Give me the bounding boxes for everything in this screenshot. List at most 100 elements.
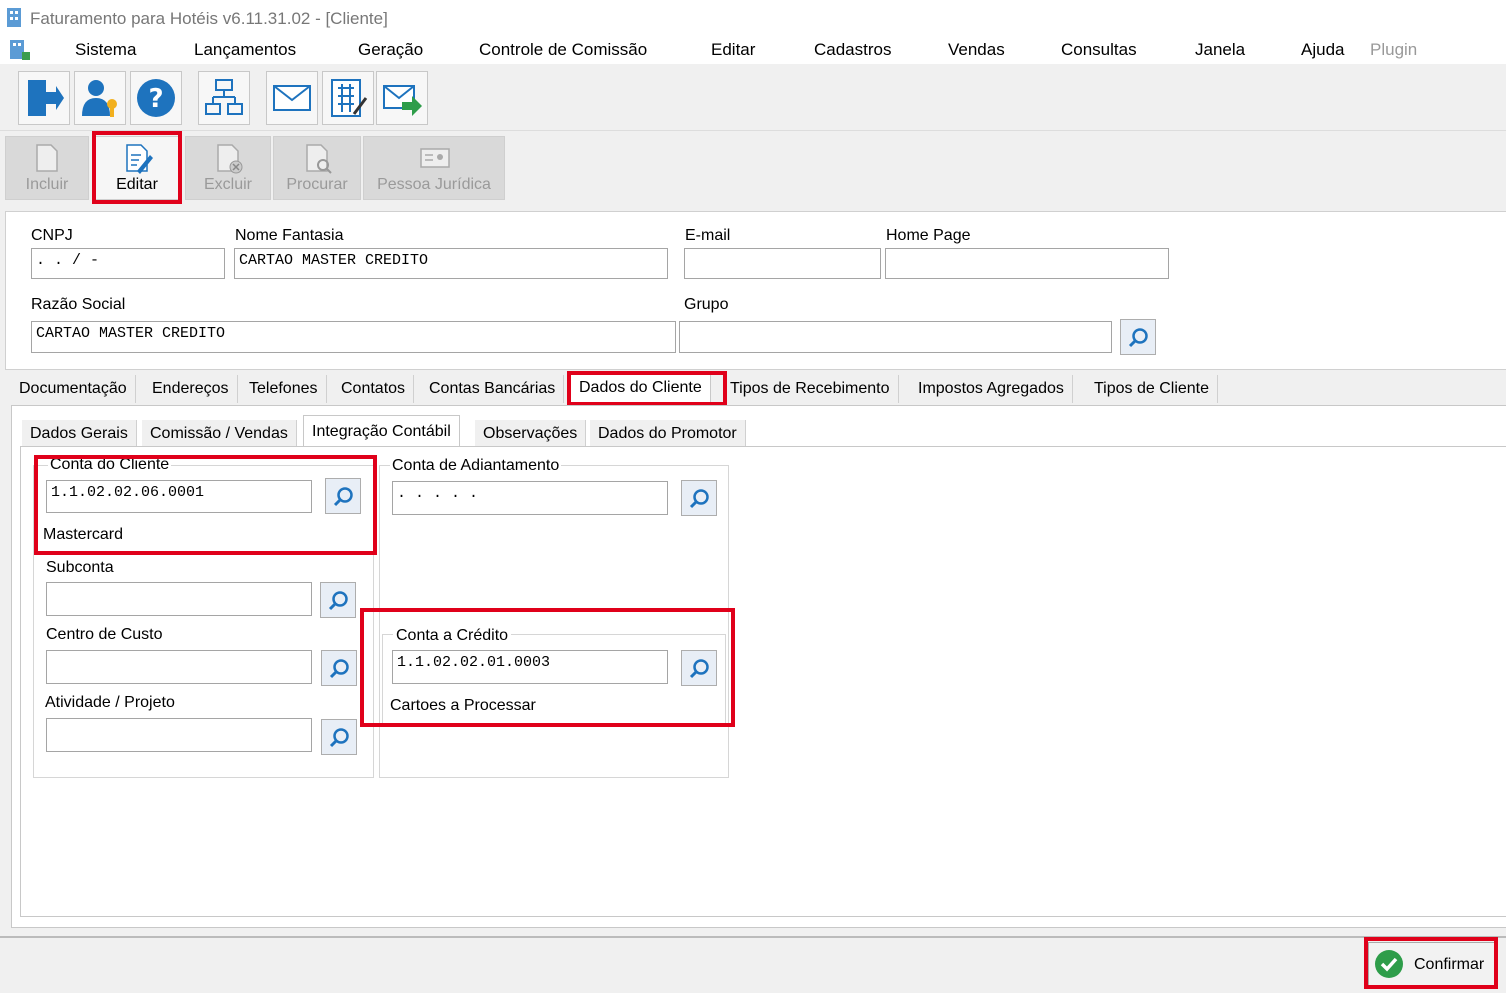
- home-page-field[interactable]: [885, 248, 1169, 279]
- edit-document-icon: [126, 144, 153, 174]
- email-label: E-mail: [685, 227, 731, 244]
- editar-button[interactable]: Editar: [95, 136, 179, 200]
- search-icon: [689, 659, 709, 679]
- cnpj-label: CNPJ: [31, 227, 73, 244]
- menu-lancamentos[interactable]: Lançamentos: [194, 40, 296, 60]
- subtab-dados-promotor[interactable]: Dados do Promotor: [590, 420, 746, 448]
- razao-social-field[interactable]: CARTAO MASTER CREDITO: [31, 321, 676, 353]
- search-icon: [689, 489, 709, 509]
- subtab-comissao-vendas[interactable]: Comissão / Vendas: [142, 420, 297, 448]
- subconta-field[interactable]: [46, 582, 312, 616]
- menu-bar: Sistema Lançamentos Geração Controle de …: [0, 36, 1506, 64]
- help-button[interactable]: ?: [130, 71, 182, 125]
- conta-adiantamento-label: Conta de Adiantamento: [390, 457, 562, 475]
- menu-ajuda[interactable]: Ajuda: [1301, 40, 1344, 60]
- excluir-button[interactable]: Excluir: [185, 136, 271, 200]
- menu-plugin[interactable]: Plugin: [1370, 40, 1417, 60]
- window-title: Faturamento para Hotéis v6.11.31.02 - [C…: [30, 9, 388, 28]
- conta-credito-search-button[interactable]: [681, 650, 717, 686]
- conta-cliente-description: Mastercard: [43, 526, 124, 543]
- calculator-icon: [331, 79, 368, 117]
- tab-tipos-recebimento[interactable]: Tipos de Recebimento: [722, 375, 899, 403]
- conta-credito-label: Conta a Crédito: [393, 627, 512, 645]
- atividade-projeto-search-button[interactable]: [321, 719, 357, 755]
- incluir-button[interactable]: Incluir: [5, 136, 89, 200]
- tab-contatos[interactable]: Contatos: [333, 375, 415, 403]
- exit-button[interactable]: [18, 71, 70, 125]
- menu-consultas[interactable]: Consultas: [1061, 40, 1137, 60]
- svg-text:?: ?: [148, 84, 163, 114]
- nome-fantasia-field[interactable]: CARTAO MASTER CREDITO: [234, 248, 668, 279]
- search-icon: [1128, 328, 1148, 348]
- centro-custo-label: Centro de Custo: [46, 626, 163, 643]
- mdi-child-icon[interactable]: [8, 38, 32, 62]
- conta-adiantamento-field[interactable]: . . . . .: [392, 481, 668, 515]
- company-card-icon: [420, 148, 450, 168]
- action-bar: Incluir Editar Excluir Procurar Pessoa J…: [0, 131, 1506, 203]
- bottom-bar: [0, 936, 1506, 993]
- subconta-label: Subconta: [46, 559, 114, 576]
- cnpj-field[interactable]: . . / -: [31, 248, 225, 279]
- calculator-button[interactable]: [322, 71, 374, 125]
- conta-cliente-label: Conta do Cliente: [48, 456, 172, 474]
- menu-controle-comissao[interactable]: Controle de Comissão: [479, 40, 647, 60]
- tab-telefones[interactable]: Telefones: [241, 375, 327, 403]
- user-key-icon: [82, 80, 117, 117]
- subconta-search-button[interactable]: [320, 582, 356, 618]
- app-icon: [7, 8, 21, 27]
- centro-custo-field[interactable]: [46, 650, 312, 684]
- grupo-search-button[interactable]: [1120, 319, 1156, 355]
- user-key-button[interactable]: [74, 71, 126, 125]
- search-document-icon: [306, 144, 332, 174]
- procurar-button[interactable]: Procurar: [273, 136, 361, 200]
- menu-editar[interactable]: Editar: [711, 40, 755, 60]
- grupo-field[interactable]: [679, 321, 1112, 353]
- delete-document-icon: [217, 144, 243, 174]
- hierarchy-button[interactable]: [198, 71, 250, 125]
- tab-dados-do-cliente[interactable]: Dados do Cliente: [570, 372, 711, 405]
- conta-credito-field[interactable]: 1.1.02.02.01.0003: [392, 650, 668, 684]
- subtab-integracao-contabil[interactable]: Integração Contábil: [303, 415, 460, 448]
- hierarchy-icon: [205, 79, 243, 115]
- nome-fantasia-label: Nome Fantasia: [235, 227, 344, 244]
- exit-icon: [28, 80, 64, 116]
- tab-contas-bancarias[interactable]: Contas Bancárias: [421, 375, 565, 403]
- menu-sistema[interactable]: Sistema: [75, 40, 136, 60]
- conta-credito-description: Cartoes a Processar: [390, 697, 536, 714]
- grupo-label: Grupo: [684, 296, 729, 313]
- mail-send-icon: [383, 85, 422, 116]
- help-icon: ?: [137, 79, 175, 117]
- email-field[interactable]: [684, 248, 881, 279]
- tab-enderecos[interactable]: Endereços: [144, 375, 238, 403]
- mail-send-button[interactable]: [376, 71, 428, 125]
- atividade-projeto-field[interactable]: [46, 718, 312, 752]
- conta-adiantamento-search-button[interactable]: [681, 480, 717, 516]
- centro-custo-search-button[interactable]: [321, 650, 357, 686]
- search-icon: [333, 487, 353, 507]
- new-document-icon: [36, 144, 58, 172]
- razao-social-label: Razão Social: [31, 296, 126, 313]
- tab-documentacao[interactable]: Documentação: [11, 375, 136, 403]
- confirmar-button[interactable]: Confirmar: [1368, 942, 1496, 986]
- tab-impostos-agregados[interactable]: Impostos Agregados: [910, 375, 1073, 403]
- toolbar: ?: [0, 64, 1506, 131]
- home-page-label: Home Page: [886, 227, 971, 244]
- search-icon: [329, 659, 349, 679]
- conta-cliente-search-button[interactable]: [325, 478, 361, 514]
- menu-geracao[interactable]: Geração: [358, 40, 423, 60]
- menu-janela[interactable]: Janela: [1195, 40, 1245, 60]
- subtab-dados-gerais[interactable]: Dados Gerais: [22, 420, 137, 448]
- search-icon: [329, 728, 349, 748]
- check-icon: [1375, 950, 1403, 978]
- confirmar-label: Confirmar: [1414, 956, 1485, 973]
- conta-cliente-field[interactable]: 1.1.02.02.06.0001: [46, 480, 312, 513]
- menu-cadastros[interactable]: Cadastros: [814, 40, 891, 60]
- mail-icon: [273, 85, 311, 111]
- subtab-observacoes[interactable]: Observações: [475, 420, 587, 448]
- tab-tipos-cliente[interactable]: Tipos de Cliente: [1086, 375, 1219, 403]
- pessoa-juridica-button[interactable]: Pessoa Jurídica: [363, 136, 505, 200]
- mail-button[interactable]: [266, 71, 318, 125]
- title-bar: Faturamento para Hotéis v6.11.31.02 - [C…: [0, 0, 1506, 36]
- search-icon: [328, 591, 348, 611]
- menu-vendas[interactable]: Vendas: [948, 40, 1005, 60]
